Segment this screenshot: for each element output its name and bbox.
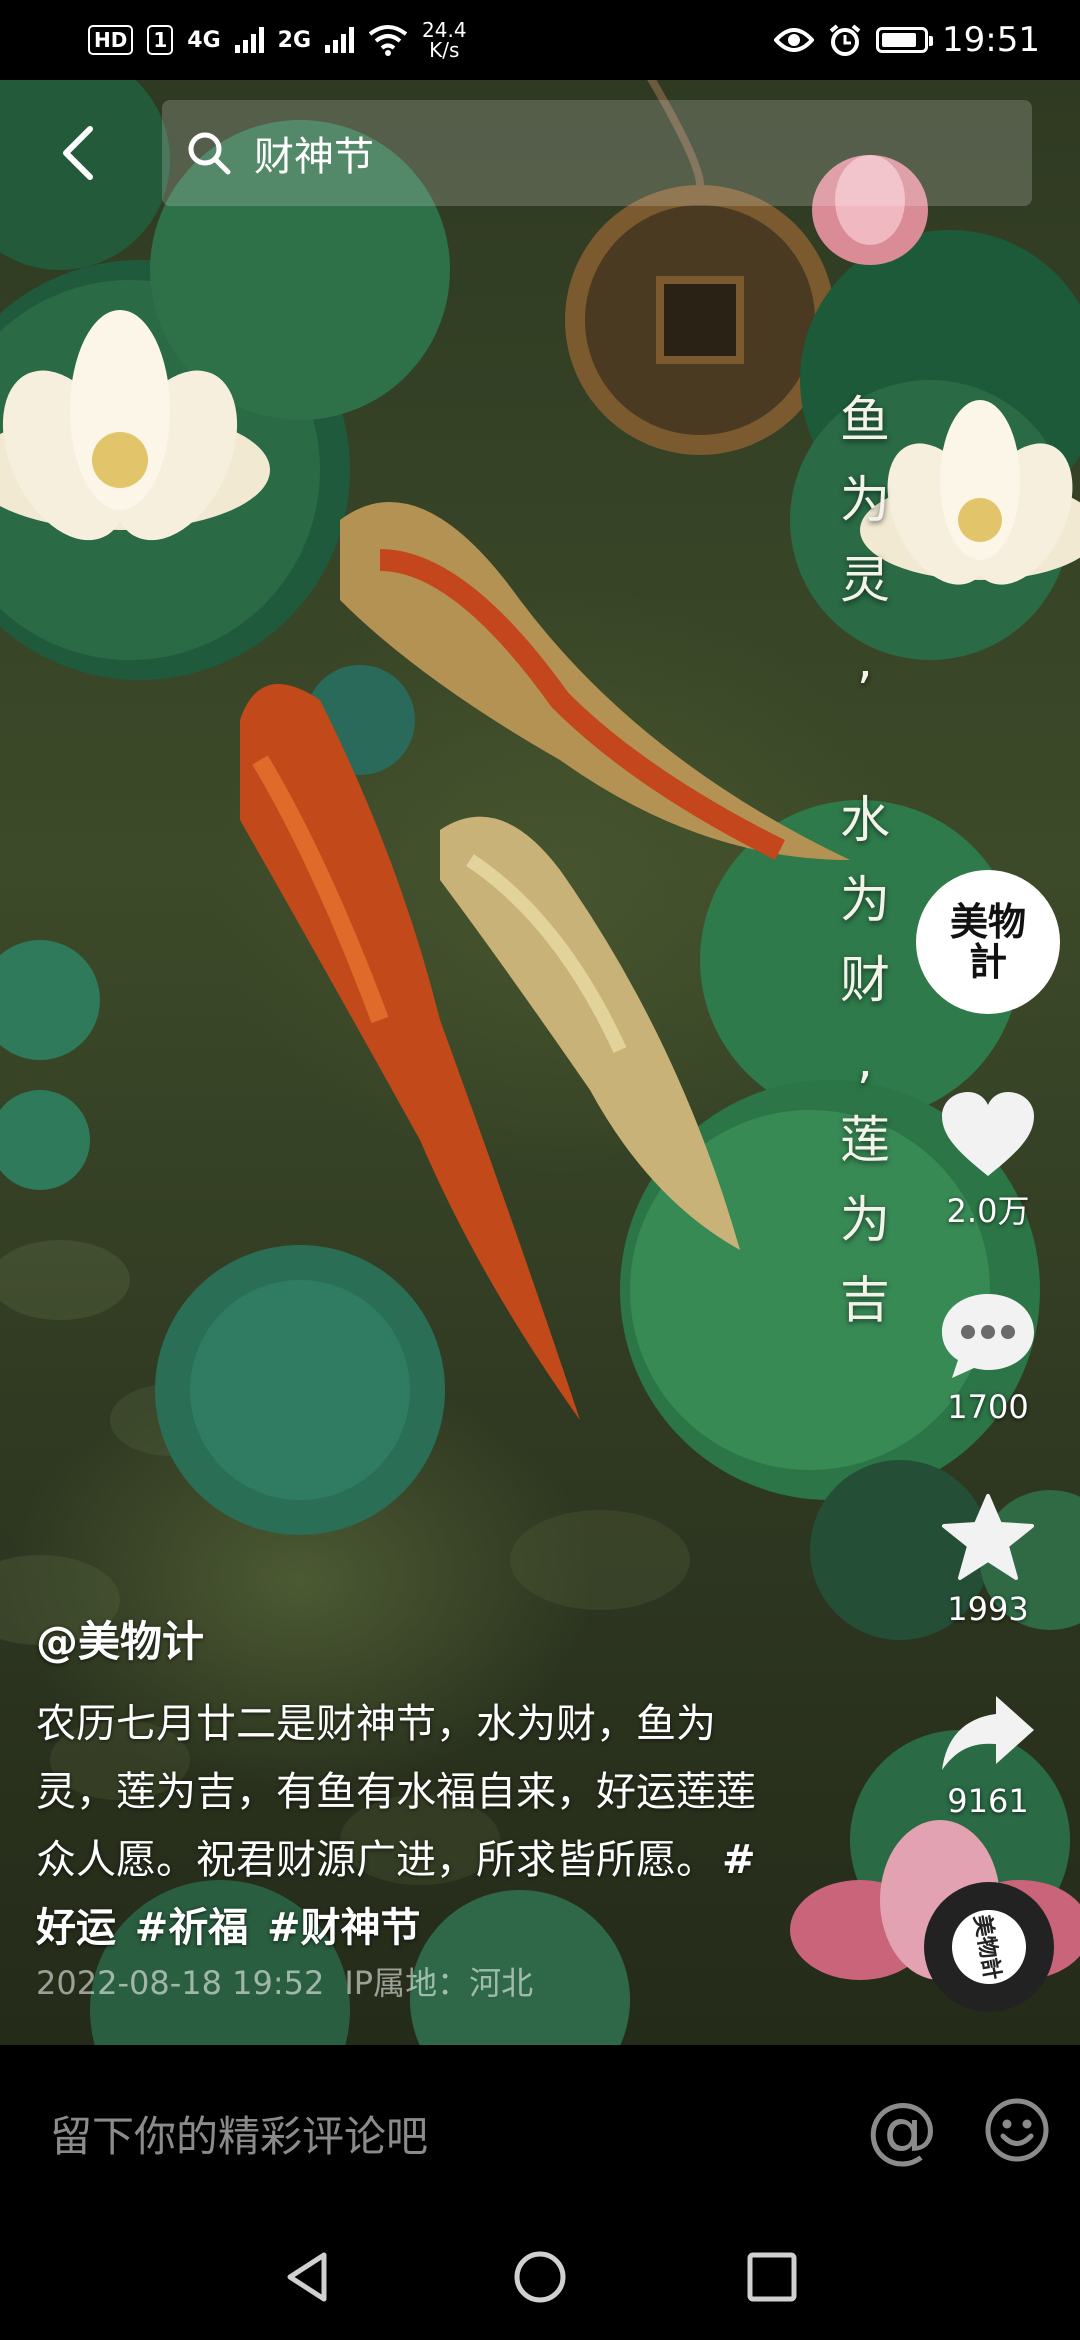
- alarm-icon: [829, 24, 861, 56]
- music-disc-button[interactable]: 美物計: [924, 1882, 1054, 2012]
- eye-icon: [774, 28, 815, 52]
- search-icon: [188, 132, 231, 175]
- signal-icon: [234, 27, 264, 53]
- share-count: 9161: [947, 1782, 1029, 1820]
- clock: 19:51: [942, 20, 1040, 60]
- nav-home-icon[interactable]: [512, 2249, 568, 2305]
- back-arrow-icon: [63, 126, 93, 180]
- speed-unit: K/s: [429, 38, 460, 62]
- share-icon: [942, 1696, 1034, 1770]
- battery-fill: [882, 33, 917, 47]
- network-type-1: 4G: [187, 27, 221, 53]
- back-button[interactable]: [48, 118, 108, 188]
- author-avatar[interactable]: 美物計: [916, 870, 1060, 1014]
- status-left: HD 1 4G 2G 24.4 K/s: [88, 20, 467, 60]
- network-type-2: 2G: [277, 27, 312, 53]
- speed-value: 24.4: [422, 18, 467, 42]
- favorite-button[interactable]: 1993: [918, 1492, 1058, 1628]
- search-bar[interactable]: 财神节: [162, 100, 1032, 206]
- favorite-count: 1993: [947, 1590, 1029, 1628]
- network-speed: 24.4 K/s: [422, 20, 467, 60]
- like-button[interactable]: 2.0万: [918, 1090, 1058, 1232]
- status-right: 19:51: [774, 20, 1040, 60]
- hashtag-link[interactable]: #祈福: [135, 1905, 249, 1951]
- sim-indicator: 1: [147, 25, 174, 55]
- post-location: IP属地：河北: [344, 1964, 534, 2002]
- comment-input[interactable]: 留下你的精彩评论吧: [50, 2103, 428, 2164]
- comment-bar: 留下你的精彩评论吧 @: [0, 2045, 1080, 2215]
- status-bar: HD 1 4G 2G 24.4 K/s 19:51: [0, 0, 1080, 80]
- heart-icon: [942, 1092, 1034, 1176]
- search-query: 财神节: [254, 134, 374, 180]
- star-icon: [942, 1494, 1034, 1580]
- nav-back-icon[interactable]: [280, 2249, 336, 2305]
- battery-icon: [876, 27, 934, 53]
- system-nav-bar: [0, 2215, 1080, 2340]
- wifi-icon: [368, 25, 408, 56]
- signal-icon-2: [325, 27, 355, 53]
- author-name[interactable]: @美物计: [36, 1608, 204, 1669]
- post-timestamp: 2022-08-18 19:52: [36, 1964, 325, 2002]
- description-text: 农历七月廿二是财神节，水为财，鱼为灵，莲为吉，有鱼有水福自来，好运莲莲众人愿。祝…: [36, 1701, 756, 1883]
- share-button[interactable]: 9161: [918, 1692, 1058, 1820]
- mention-button[interactable]: @: [866, 2089, 938, 2169]
- video-poem-text: 鱼 为 灵 , 水 为 财 , 莲 为 吉: [840, 391, 890, 1329]
- like-count: 2.0万: [946, 1192, 1030, 1230]
- emoji-icon[interactable]: [984, 2097, 1050, 2163]
- nav-recents-icon[interactable]: [744, 2249, 800, 2305]
- comment-icon: [942, 1294, 1034, 1378]
- post-meta: 2022-08-18 19:52 IP属地：河北: [36, 1958, 533, 2004]
- music-disc-label: 美物計: [946, 1904, 1032, 1990]
- hd-indicator: HD: [88, 25, 134, 55]
- video-description: 农历七月廿二是财神节，水为财，鱼为灵，莲为吉，有鱼有水福自来，好运莲莲众人愿。祝…: [36, 1690, 776, 1962]
- comment-count: 1700: [947, 1388, 1029, 1426]
- hashtag-link[interactable]: #财神节: [267, 1905, 421, 1951]
- comment-button[interactable]: 1700: [918, 1290, 1058, 1426]
